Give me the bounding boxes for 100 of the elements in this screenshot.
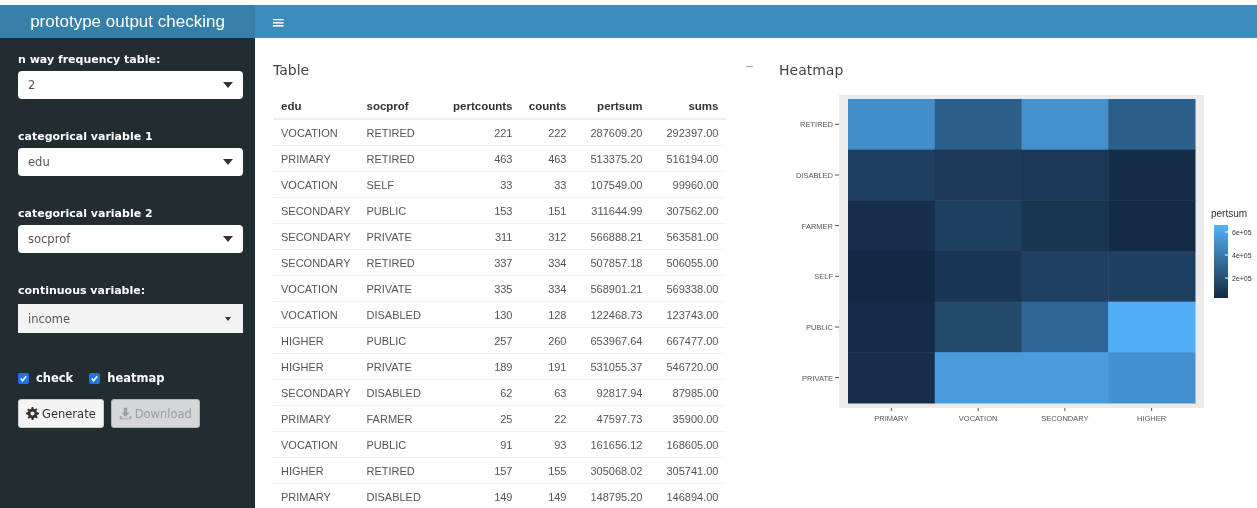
table-cell: 47597.73 <box>574 405 651 432</box>
table-cell: 653967.64 <box>574 327 651 354</box>
table-cell: 149 <box>520 483 575 508</box>
table-cell: 168605.00 <box>650 431 727 458</box>
field-label: n way frequency table: <box>18 53 162 66</box>
column-header[interactable]: socprof <box>358 94 445 119</box>
table-cell: 335 <box>444 275 521 302</box>
table-cell: 260 <box>520 327 575 354</box>
table-cell: 153 <box>444 197 521 224</box>
table-cell: PRIMARY <box>273 145 359 172</box>
table-cell: 33 <box>444 171 521 198</box>
table-cell: VOCATION <box>273 275 359 302</box>
app-title: prototype output checking <box>30 11 225 32</box>
table-cell: 63 <box>520 379 575 406</box>
table-cell: SELF <box>358 171 445 198</box>
table-cell: 92817.94 <box>574 379 651 406</box>
table-cell: VOCATION <box>273 431 359 458</box>
checkbox-text: check <box>36 371 74 385</box>
table-cell: PRIVATE <box>358 353 445 380</box>
table-cell: 546720.00 <box>650 353 727 380</box>
field-label: categorical variable 1 <box>18 130 154 143</box>
column-header[interactable]: pertcounts <box>444 94 521 119</box>
table-cell: HIGHER <box>273 353 359 380</box>
table-cell: RETIRED <box>358 119 445 146</box>
table-cell: 311644.99 <box>574 197 651 224</box>
table-cell: 463 <box>444 145 521 172</box>
dropdown[interactable]: 2 <box>18 71 243 99</box>
table-cell: 87985.00 <box>650 379 727 406</box>
generate-button[interactable]: Generate <box>18 399 104 428</box>
table-cell: 667477.00 <box>650 327 727 354</box>
checkbox[interactable] <box>18 372 29 384</box>
table-cell: SECONDARY <box>273 379 359 406</box>
dropdown[interactable]: socprof <box>18 225 243 253</box>
table-cell: 506055.00 <box>650 249 727 276</box>
table-cell: 130 <box>444 301 521 328</box>
table-cell: HIGHER <box>273 327 359 354</box>
table-cell: 257 <box>444 327 521 354</box>
table-cell: 149 <box>444 483 521 508</box>
caret-icon <box>223 315 233 322</box>
checkbox-label[interactable]: heatmap <box>89 371 165 385</box>
table-cell: PUBLIC <box>358 327 445 354</box>
table-cell: 33 <box>520 171 575 198</box>
table-cell: PRIVATE <box>358 223 445 250</box>
download-icon <box>118 407 132 420</box>
table-cell: VOCATION <box>273 301 359 328</box>
menu-toggle[interactable]: ≡ <box>267 11 290 32</box>
panel-title: Heatmap <box>779 62 845 78</box>
table-cell: 569338.00 <box>650 275 727 302</box>
table-cell: 191 <box>520 353 575 380</box>
column-header[interactable]: sums <box>650 94 727 119</box>
column-header[interactable]: counts <box>520 94 575 119</box>
table-cell: 128 <box>520 301 575 328</box>
table-cell: 189 <box>444 353 521 380</box>
table-cell: 122468.73 <box>574 301 651 328</box>
table-cell: RETIRED <box>358 249 445 276</box>
table-cell: PRIMARY <box>273 405 359 432</box>
table-cell: 107549.00 <box>574 171 651 198</box>
table-cell: 305741.00 <box>650 457 727 484</box>
table-cell: VOCATION <box>273 171 359 198</box>
table-cell: 531055.37 <box>574 353 651 380</box>
table-cell: 307562.00 <box>650 197 727 224</box>
table-cell: 35900.00 <box>650 405 727 432</box>
column-header[interactable]: pertsum <box>574 94 651 119</box>
caret-icon <box>223 82 233 88</box>
table-cell: 337 <box>444 249 521 276</box>
checkbox-label[interactable]: check <box>18 371 74 385</box>
column-header[interactable]: edu <box>273 94 359 119</box>
dropdown[interactable]: edu <box>18 148 243 176</box>
table-cell: 25 <box>444 405 521 432</box>
gear-icon <box>26 407 39 420</box>
table-cell: HIGHER <box>273 457 359 484</box>
field-label: continuous variable: <box>18 284 147 297</box>
table-cell: 221 <box>444 119 521 146</box>
table-cell: RETIRED <box>358 145 445 172</box>
table-cell: VOCATION <box>273 119 359 146</box>
dropdown[interactable]: income <box>18 304 243 333</box>
table-cell: 287609.20 <box>574 119 651 146</box>
table-cell: SECONDARY <box>273 249 359 276</box>
table-cell: 507857.18 <box>574 249 651 276</box>
table-cell: PRIVATE <box>358 275 445 302</box>
table-cell: 305068.02 <box>574 457 651 484</box>
table-cell: 222 <box>520 119 575 146</box>
table-cell: 334 <box>520 249 575 276</box>
table-cell: 513375.20 <box>574 145 651 172</box>
table-cell: SECONDARY <box>273 197 359 224</box>
table-cell: 566888.21 <box>574 223 651 250</box>
table-cell: 563581.00 <box>650 223 727 250</box>
table-cell: 157 <box>444 457 521 484</box>
table-cell: SECONDARY <box>273 223 359 250</box>
table-cell: DISABLED <box>358 301 445 328</box>
table-cell: 568901.21 <box>574 275 651 302</box>
table-cell: FARMER <box>358 405 445 432</box>
table-cell: 62 <box>444 379 521 406</box>
checkbox[interactable] <box>89 372 101 384</box>
table-cell: PUBLIC <box>358 197 445 224</box>
table-cell: 151 <box>520 197 575 224</box>
table-cell: 161656.12 <box>574 431 651 458</box>
table-cell: 334 <box>520 275 575 302</box>
table-cell: 99960.00 <box>650 171 727 198</box>
table-cell: PUBLIC <box>358 431 445 458</box>
